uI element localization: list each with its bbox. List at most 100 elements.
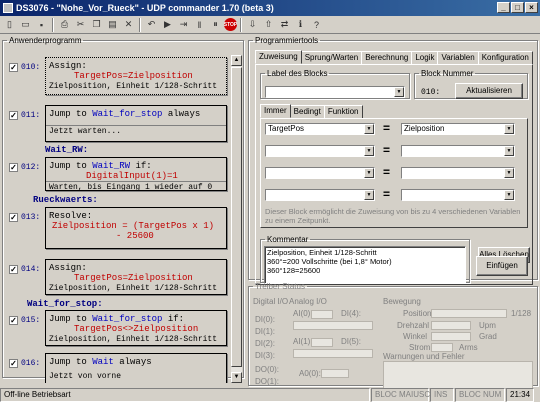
- assignment-hint: Dieser Block ermöglicht die Zuweisung vo…: [265, 207, 521, 225]
- chevron-down-icon[interactable]: ▼: [364, 190, 374, 200]
- step-icon[interactable]: ⇥: [176, 18, 191, 32]
- ai0-bar: [293, 321, 373, 330]
- comment-textarea[interactable]: Zielposition, Einheit 1/128-Schritt 360°…: [264, 246, 466, 284]
- subtab-funktion[interactable]: Funktion: [323, 105, 363, 119]
- status-mode: Off-line Betriebsart: [0, 388, 370, 402]
- save-icon[interactable]: ▪: [34, 18, 49, 32]
- chevron-down-icon[interactable]: ▼: [504, 190, 514, 200]
- subtab-immer[interactable]: Immer: [260, 104, 291, 118]
- tab-konfiguration[interactable]: Konfiguration: [477, 51, 533, 65]
- program-panel: Anwenderprogramm ✓ 010: Assign: TargetPo…: [2, 36, 244, 383]
- scroll-up-icon[interactable]: ▲: [231, 55, 242, 66]
- step-checkbox[interactable]: ✓: [9, 359, 18, 368]
- paste-icon[interactable]: ▤: [105, 18, 120, 32]
- motion-title: Bewegung: [383, 297, 421, 306]
- program-list[interactable]: ✓ 010: Assign: TargetPos=Zielposition Zi…: [7, 55, 229, 383]
- assign-right-3[interactable]: ▼: [401, 167, 515, 179]
- current-label: Strom: [409, 343, 431, 352]
- assign-left-3[interactable]: ▼: [265, 167, 375, 179]
- step-block[interactable]: Jump to Wait always Jetzt von vorne: [45, 353, 227, 383]
- di3-label: DI(3):: [255, 351, 275, 360]
- program-scrollbar[interactable]: ▲ ▼: [231, 55, 242, 383]
- assign-left-2[interactable]: ▼: [265, 145, 375, 157]
- label-select[interactable]: ▼: [265, 86, 405, 98]
- step-checkbox[interactable]: ✓: [9, 316, 18, 325]
- step-checkbox[interactable]: ✓: [9, 163, 18, 172]
- step-block[interactable]: Resolve: Zielposition = (TargetPos x 1) …: [45, 207, 227, 249]
- undo-icon[interactable]: ↶: [144, 18, 159, 32]
- chevron-down-icon[interactable]: ▼: [504, 146, 514, 156]
- toolbar-separator: [240, 17, 242, 32]
- step-block[interactable]: Jump to Wait_for_stop if: TargetPos<>Zie…: [45, 310, 227, 346]
- scroll-thumb[interactable]: [231, 67, 242, 367]
- app-icon[interactable]: [3, 3, 13, 13]
- position-field: [431, 309, 507, 318]
- pause-icon[interactable]: ‖: [192, 18, 207, 32]
- help-icon[interactable]: ?: [309, 18, 324, 32]
- pause2-icon[interactable]: ⏸: [208, 18, 223, 32]
- assign-left-4[interactable]: ▼: [265, 189, 375, 201]
- assign-right-2[interactable]: ▼: [401, 145, 515, 157]
- copy-icon[interactable]: ❐: [89, 18, 104, 32]
- assign-right-4[interactable]: ▼: [401, 189, 515, 201]
- subtab-bedingt[interactable]: Bedingt: [289, 105, 325, 119]
- assign-left-1[interactable]: TargetPos ▼: [265, 123, 375, 135]
- maximize-button[interactable]: □: [511, 2, 524, 13]
- info-icon[interactable]: ℹ: [293, 18, 308, 32]
- chevron-down-icon[interactable]: ▼: [364, 168, 374, 178]
- current-unit: Arms: [459, 343, 478, 352]
- comment-group: Kommentar Zielposition, Einheit 1/128-Sc…: [260, 235, 470, 284]
- step-number: 011:: [21, 111, 41, 120]
- step-block[interactable]: Assign: TargetPos=Zielposition Zielposit…: [45, 259, 227, 295]
- tab-logik[interactable]: Logik: [411, 51, 439, 65]
- step-checkbox[interactable]: ✓: [9, 111, 18, 120]
- jump-target: Wait_for_stop: [92, 109, 163, 119]
- step-checkbox[interactable]: ✓: [9, 63, 18, 72]
- step-command: Assign:: [49, 61, 87, 71]
- upload-icon[interactable]: ⇧: [261, 18, 276, 32]
- delete-icon[interactable]: ✕: [121, 18, 136, 32]
- chevron-down-icon[interactable]: ▼: [504, 168, 514, 178]
- tab-zuweisung[interactable]: Zuweisung: [255, 50, 302, 64]
- close-button[interactable]: ×: [525, 2, 538, 13]
- connect-icon[interactable]: ⇄: [277, 18, 292, 32]
- update-button[interactable]: Aktualisieren: [455, 83, 523, 99]
- jump-target: Wait: [92, 357, 114, 367]
- step-description: Jetzt warten...: [46, 125, 226, 137]
- open-icon[interactable]: ▭: [18, 18, 33, 32]
- step-expression: TargetPos=Zielposition: [74, 273, 193, 283]
- run-icon[interactable]: ▶: [160, 18, 175, 32]
- chevron-down-icon[interactable]: ▼: [364, 124, 374, 134]
- step-block[interactable]: Jump to Wait_RW if: DigitalInput(1)=1 Wa…: [45, 157, 227, 192]
- label-wait-for-stop: Wait_for_stop:: [27, 299, 103, 309]
- step-command: Resolve:: [49, 211, 93, 221]
- minimize-button[interactable]: _: [497, 2, 510, 13]
- label-group: Label des Blocks ▼: [260, 69, 410, 99]
- tab-variablen[interactable]: Variablen: [437, 51, 479, 65]
- print-icon[interactable]: ⎙: [57, 18, 72, 32]
- download-icon[interactable]: ⇩: [245, 18, 260, 32]
- chevron-down-icon[interactable]: ▼: [504, 124, 514, 134]
- step-block[interactable]: Jump to Wait_for_stop always Jetzt warte…: [45, 105, 227, 142]
- chevron-down-icon[interactable]: ▼: [394, 87, 404, 97]
- chevron-down-icon[interactable]: ▼: [364, 146, 374, 156]
- step-command: Jump to: [49, 109, 87, 119]
- assign-right-1[interactable]: Zielposition ▼: [401, 123, 515, 135]
- comment-line: 360°=200 Vollschritte (bei 1,8° Motor): [267, 257, 392, 266]
- cut-icon[interactable]: ✂: [73, 18, 88, 32]
- step-description: Zielposition, Einheit 1/128-Schritt: [49, 335, 218, 344]
- ai0-field: [311, 310, 333, 319]
- insert-button[interactable]: Einfügen: [476, 256, 528, 276]
- step-checkbox[interactable]: ✓: [9, 265, 18, 274]
- scroll-down-icon[interactable]: ▼: [231, 372, 242, 383]
- stop-icon[interactable]: STOP: [224, 18, 237, 31]
- dropdown-arrows: [518, 123, 524, 203]
- block-number-value: 010:: [421, 88, 441, 97]
- tab-sprung-warten[interactable]: Sprung/Warten: [300, 51, 363, 65]
- step-checkbox[interactable]: ✓: [9, 213, 18, 222]
- tab-berechnung[interactable]: Berechnung: [361, 51, 413, 65]
- new-icon[interactable]: ▯: [2, 18, 17, 32]
- program-panel-title: Anwenderprogramm: [9, 36, 82, 45]
- step-block[interactable]: Assign: TargetPos=Zielposition Zielposit…: [45, 57, 227, 95]
- label-group-title: Label des Blocks: [267, 69, 328, 78]
